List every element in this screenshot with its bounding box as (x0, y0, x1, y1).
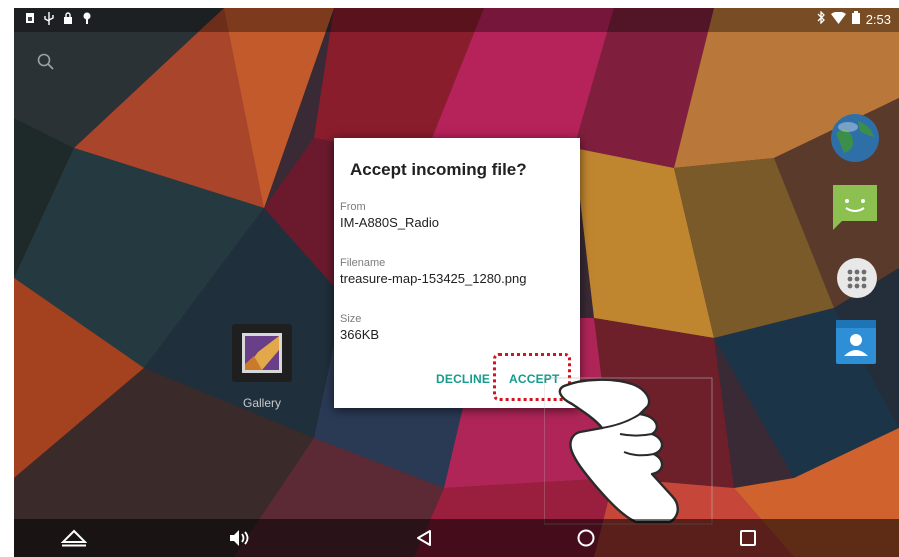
size-label: Size (340, 313, 362, 325)
size-value: 366KB (340, 327, 380, 342)
navigation-bar (14, 519, 899, 557)
status-bar: 2:53 (14, 8, 899, 32)
bluetooth-icon (817, 10, 825, 27)
contacts-icon[interactable] (830, 318, 880, 368)
globe-icon[interactable] (830, 113, 880, 163)
lock-icon (62, 12, 73, 26)
from-value: IM-A880S_Radio (340, 215, 439, 230)
filename-value: treasure-map-153425_1280.png (340, 271, 527, 286)
from-label: From (340, 201, 366, 213)
gallery-label: Gallery (242, 396, 281, 410)
recents-icon[interactable] (734, 525, 762, 551)
gallery-shortcut[interactable]: Gallery (229, 324, 295, 410)
usb-icon (43, 12, 54, 26)
battery-icon (851, 11, 860, 27)
search-icon[interactable] (36, 52, 56, 72)
app-drawer-icon[interactable] (830, 253, 880, 303)
clock: 2:53 (865, 11, 891, 27)
sim-icon (24, 12, 35, 26)
wifi-icon (830, 11, 846, 27)
volume-icon[interactable] (226, 525, 254, 551)
decline-button[interactable]: DECLINE (436, 372, 490, 386)
gallery-icon (232, 324, 292, 382)
notification-icons (24, 12, 92, 26)
tapping-hand-icon (544, 377, 713, 525)
system-status: 2:53 (817, 10, 891, 27)
filename-label: Filename (340, 257, 386, 269)
dialog-title: Accept incoming file? (350, 160, 527, 179)
back-icon[interactable] (410, 525, 438, 551)
tablet-screen: 2:53 Gallery Accept incoming file? From … (14, 8, 899, 557)
home-up-icon[interactable] (60, 525, 88, 551)
download-icon (81, 12, 92, 26)
messaging-icon[interactable] (830, 183, 880, 233)
home-icon[interactable] (572, 525, 600, 551)
